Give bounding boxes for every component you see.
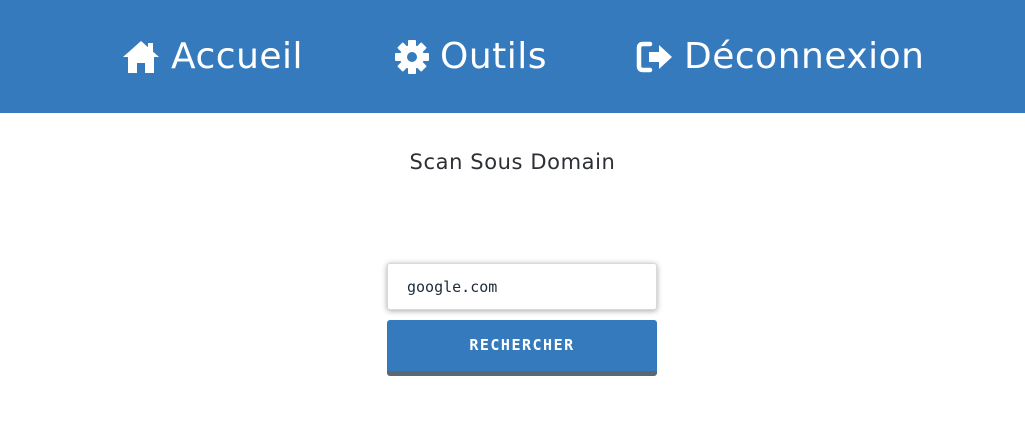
- nav-item-deconnexion[interactable]: Déconnexion: [636, 32, 924, 82]
- nav-item-label: Outils: [440, 36, 548, 77]
- gear-icon: [394, 39, 430, 75]
- search-button[interactable]: RECHERCHER: [387, 320, 657, 376]
- nav-item-label: Déconnexion: [684, 36, 925, 77]
- home-icon: [121, 39, 161, 75]
- navbar: Accueil Outils Déconnexion: [0, 0, 1025, 113]
- nav-item-accueil[interactable]: Accueil: [121, 32, 303, 82]
- nav-item-label: Accueil: [171, 36, 304, 77]
- page-title: Scan Sous Domain: [409, 150, 616, 174]
- nav-item-outils[interactable]: Outils: [394, 32, 547, 82]
- sign-out-icon: [636, 40, 674, 74]
- domain-search-input[interactable]: [387, 263, 657, 310]
